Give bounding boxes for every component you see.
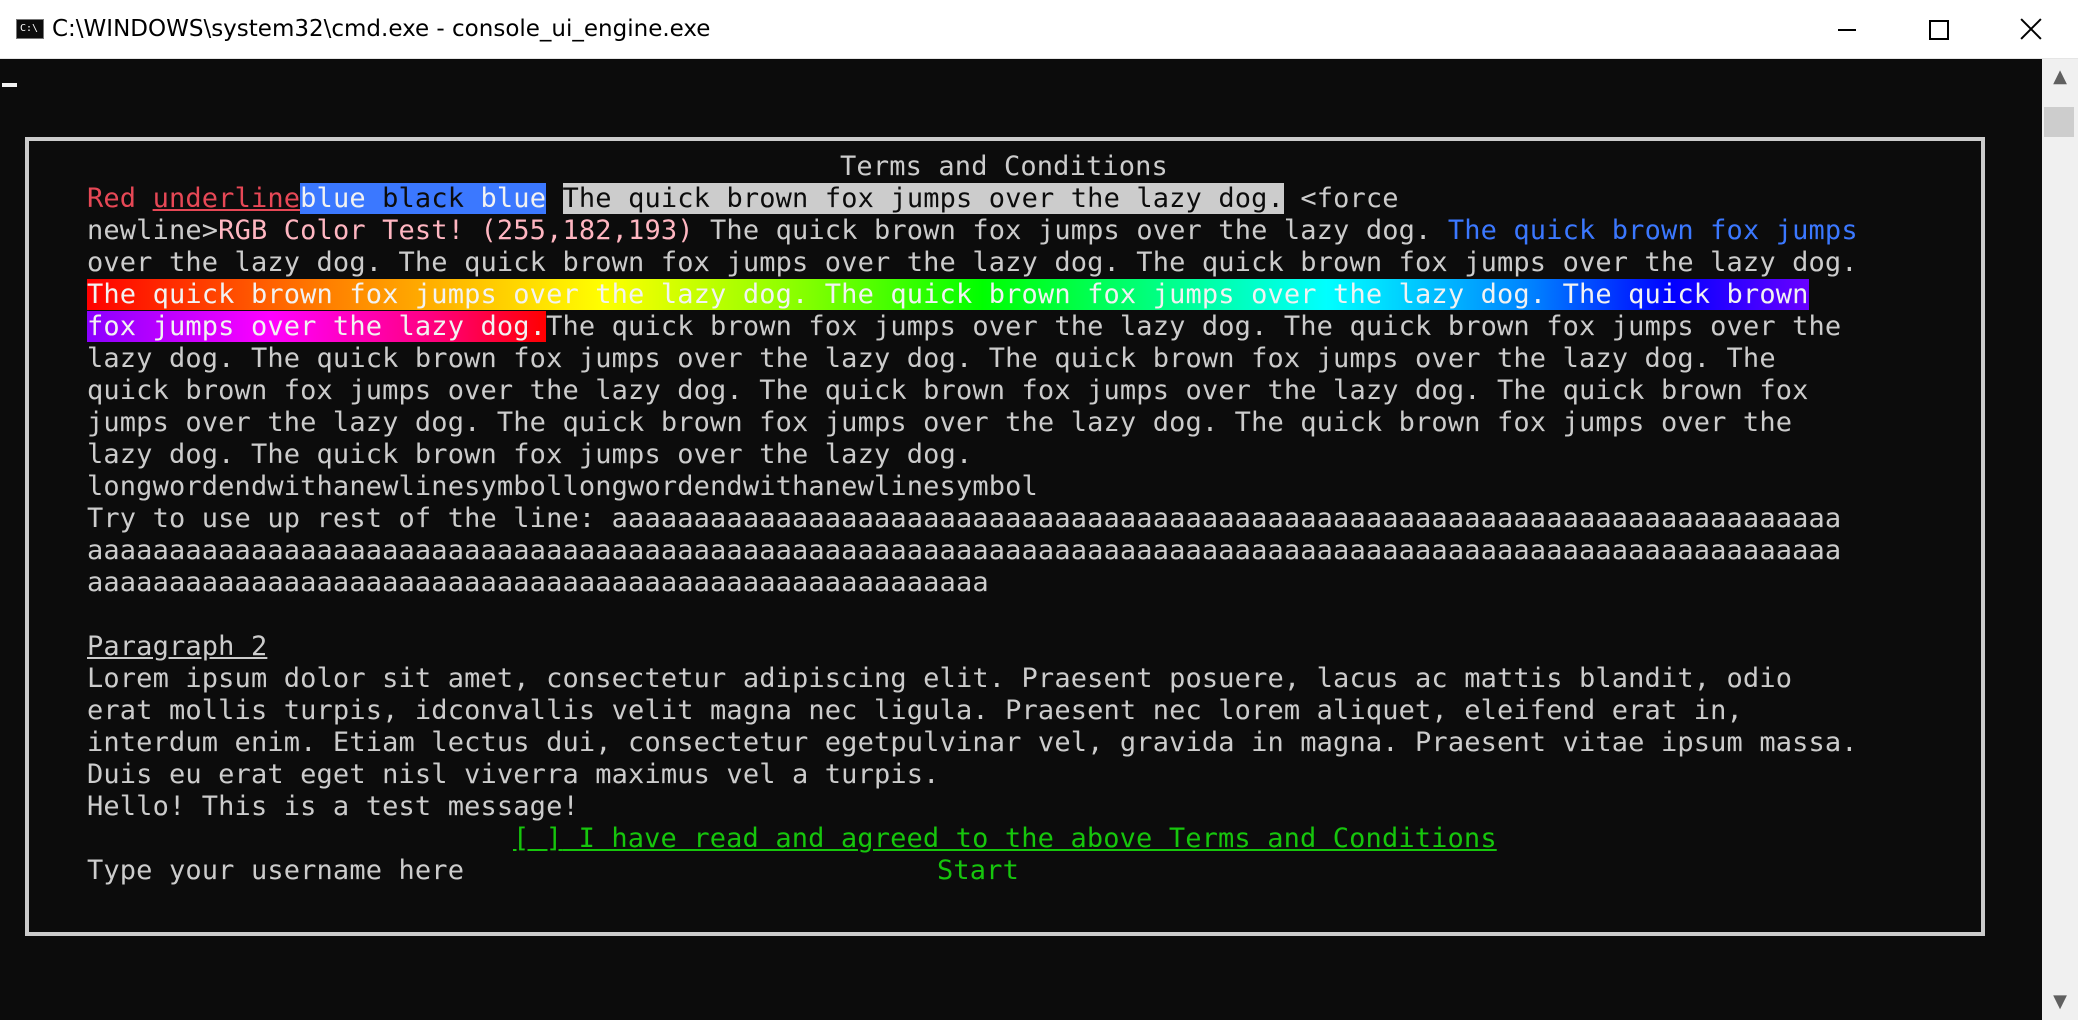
black-word: black: [382, 183, 465, 214]
blue-word-1: blue: [300, 183, 383, 214]
checkbox-box[interactable]: [ ]: [513, 823, 562, 854]
text-line-8: jumps over the lazy dog. The quick brown…: [87, 407, 1793, 438]
paragraph-2-line-3: interdum enim. Etiam lectus dui, consect…: [87, 727, 1858, 758]
red-text: Red: [87, 183, 153, 214]
close-button[interactable]: [1984, 0, 2076, 58]
scroll-up-arrow-icon[interactable]: ▲: [2042, 59, 2078, 95]
dialog-title: Terms and Conditions: [840, 151, 1168, 182]
text-line-13: aaaaaaaaaaaaaaaaaaaaaaaaaaaaaaaaaaaaaaaa…: [87, 567, 989, 598]
text-line-9: lazy dog. The quick brown fox jumps over…: [87, 439, 973, 470]
paragraph-2-line-1: Lorem ipsum dolor sit amet, consectetur …: [87, 663, 1793, 694]
terms-checkbox[interactable]: [ ] I have read and agreed to the above …: [513, 823, 1497, 855]
newline-tag-text: newline>: [87, 215, 219, 246]
console-area[interactable]: Terms and Conditions Red underlineblue b…: [0, 59, 2042, 1020]
username-input[interactable]: Type your username here: [87, 855, 464, 887]
scrollbar-thumb[interactable]: [2044, 107, 2074, 137]
blue-word-2: blue: [464, 183, 547, 214]
text-line-3: over the lazy dog. The quick brown fox j…: [87, 247, 1858, 278]
red-underline-text: underline: [152, 183, 301, 214]
text-cursor: [2, 83, 17, 87]
blue-sentence: The quick brown fox jumps: [1447, 215, 1858, 246]
checkbox-label: I have read and agreed to the above Term…: [562, 823, 1497, 854]
text-line-5: fox jumps over the lazy dog.The quick br…: [87, 311, 1841, 343]
rgb-color-test-text: RGB Color Test! (255,182,193): [218, 215, 694, 246]
text-line-1: Red underlineblue black blue The quick b…: [87, 183, 1399, 215]
title-bar[interactable]: C:\ C:\WINDOWS\system32\cmd.exe - consol…: [0, 0, 2078, 59]
scroll-down-arrow-icon[interactable]: ▼: [2042, 984, 2078, 1020]
text-line-2: newline>RGB Color Test! (255,182,193) Th…: [87, 215, 1858, 247]
paragraph-2-line-4: Duis eu erat eget nisl viverra maximus v…: [87, 759, 940, 790]
cmd-app-icon[interactable]: C:\: [16, 19, 44, 39]
highlighted-text: The quick brown fox jumps over the lazy …: [562, 183, 1284, 214]
minimize-button[interactable]: [1800, 0, 1892, 58]
window-title: C:\WINDOWS\system32\cmd.exe - console_ui…: [52, 16, 711, 42]
minimize-icon: [1838, 29, 1856, 31]
paragraph-2-heading: Paragraph 2: [87, 631, 268, 662]
close-icon: [2019, 17, 2043, 41]
long-word-line: longwordendwithanewlinesymbollongwordend…: [87, 471, 1038, 502]
start-button[interactable]: Start: [937, 855, 1019, 887]
test-message: Hello! This is a test message!: [87, 791, 579, 822]
text-line-6: lazy dog. The quick brown fox jumps over…: [87, 343, 1776, 374]
text-line-7: quick brown fox jumps over the lazy dog.…: [87, 375, 1809, 406]
plain-sentence: The quick brown fox jumps over the lazy …: [693, 215, 1448, 246]
vertical-scrollbar[interactable]: ▲ ▼: [2042, 59, 2078, 1020]
maximize-button[interactable]: [1892, 0, 1984, 58]
rainbow-gradient-text: The quick brown fox jumps over the lazy …: [87, 279, 1809, 310]
paragraph-2-line-2: erat mollis turpis, idconvallis velit ma…: [87, 695, 1743, 726]
text-line-12: aaaaaaaaaaaaaaaaaaaaaaaaaaaaaaaaaaaaaaaa…: [87, 535, 1842, 566]
magenta-gradient-text: fox jumps over the lazy dog.: [87, 311, 547, 342]
text-line-4: The quick brown fox jumps over the lazy …: [87, 279, 1809, 311]
text-line-11: Try to use up rest of the line: aaaaaaaa…: [87, 503, 1842, 534]
maximize-icon: [1929, 20, 1949, 40]
plain-sentence: The quick brown fox jumps over the lazy …: [546, 311, 1842, 342]
force-newline-text: <force: [1283, 183, 1399, 214]
blue-background-text: blue black blue: [300, 183, 547, 214]
